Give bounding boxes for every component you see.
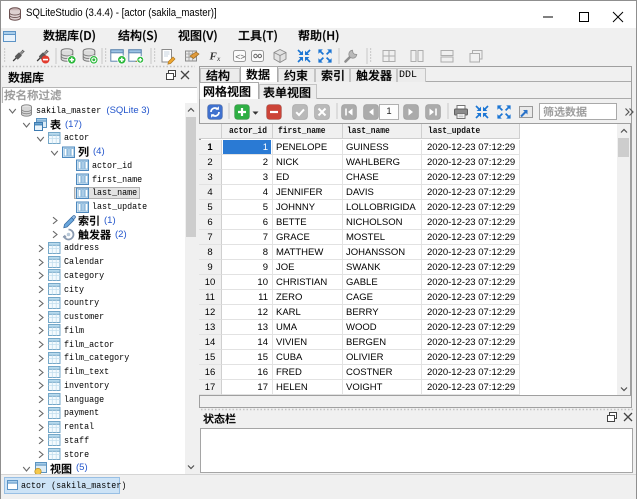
svg-text:x: x: [216, 54, 221, 63]
svg-text:<>: <>: [235, 53, 245, 63]
